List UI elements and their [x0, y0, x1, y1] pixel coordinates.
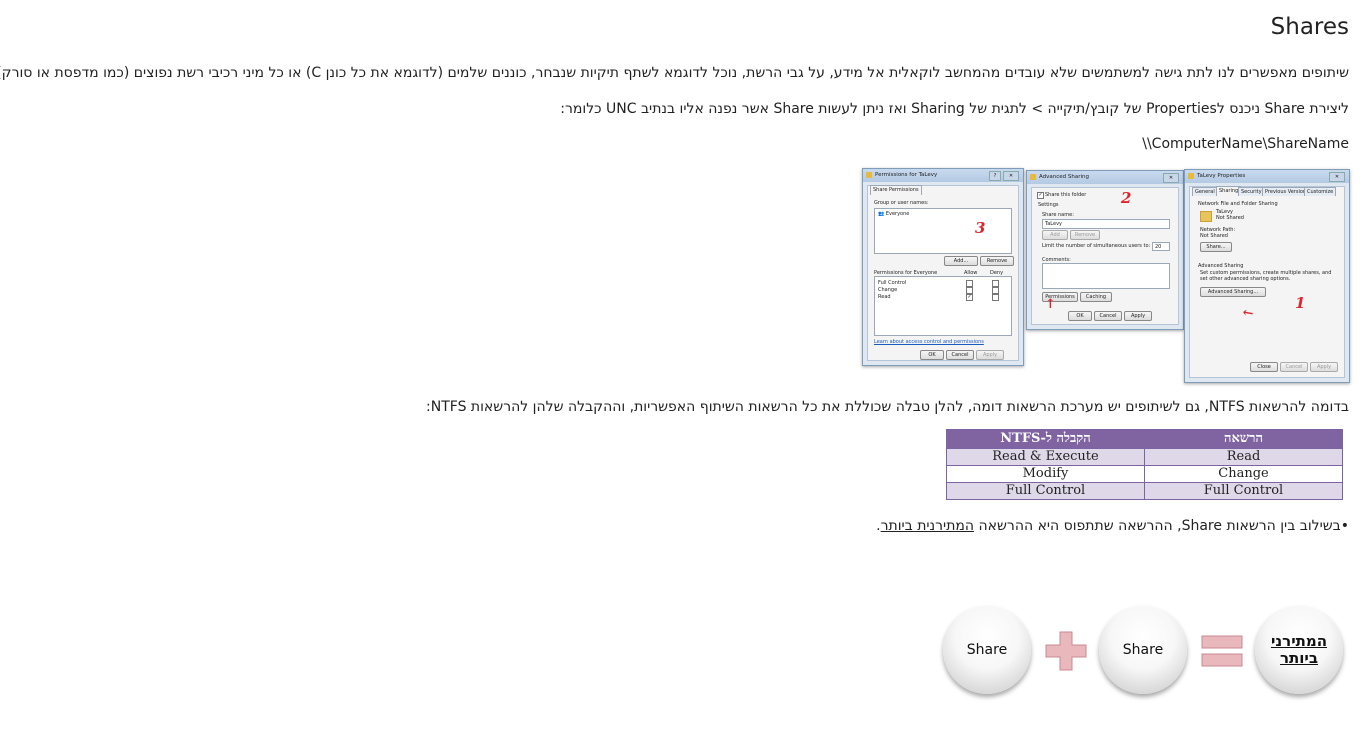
group-item-everyone[interactable]: Everyone: [886, 211, 910, 217]
group-list[interactable]: 👥 Everyone: [874, 208, 1012, 254]
share-name-label: Share name:: [1042, 212, 1074, 218]
allow-full-control-checkbox[interactable]: [966, 280, 973, 287]
table-row: Change Modify: [946, 465, 1343, 483]
deny-read-checkbox[interactable]: [992, 294, 999, 301]
tab-customize[interactable]: Customize: [1304, 187, 1337, 196]
unc-path: \\ComputerName\ShareName: [1142, 136, 1349, 152]
permissions-list: Full Control Change Read ✓: [874, 276, 1012, 336]
table-cell: Full Control: [946, 482, 1145, 500]
result-circle: המתירני ביותר: [1255, 606, 1343, 694]
permissions-window: Permissions for TaLevy? ✕ Share Permissio…: [862, 168, 1024, 366]
create-share-paragraph: ליצירת Share ניכנס לProperties של קובץ/ת…: [560, 101, 1349, 117]
share-name-value: TaLevy: [1045, 221, 1062, 227]
share-folder-label: Share this folder: [1045, 192, 1087, 198]
annotation-1: 1: [1295, 294, 1306, 312]
table-row: Full Control Full Control: [946, 482, 1343, 500]
allow-read-checkbox[interactable]: ✓: [966, 294, 973, 301]
access-control-link[interactable]: Learn about access control and permissio…: [874, 339, 984, 345]
cancel-button[interactable]: Cancel: [1094, 311, 1122, 321]
ntfs-comparison-paragraph: בדומה להרשאות NTFS, גם לשיתופים יש מערכת…: [426, 399, 1349, 415]
table-cell: Modify: [946, 465, 1145, 483]
apply-button[interactable]: Apply: [1310, 362, 1338, 372]
table-cell: Read: [1144, 448, 1343, 466]
column-header-permission: הרשאה: [1144, 429, 1343, 449]
allow-change-checkbox[interactable]: [966, 287, 973, 294]
comments-input[interactable]: [1042, 263, 1170, 289]
properties-window: TaLevy Properties ✕ General Sharing Secur…: [1184, 169, 1350, 383]
ok-button[interactable]: OK: [1068, 311, 1092, 321]
share-circle: Share: [943, 606, 1031, 694]
apply-button[interactable]: Apply: [976, 350, 1004, 360]
users-icon: 👥: [878, 211, 885, 217]
caching-button[interactable]: Caching: [1080, 292, 1112, 302]
advanced-sharing-window: Advanced Sharing ✕ ✓ Share this folder Se…: [1026, 170, 1184, 330]
intro-paragraph: שיתופים מאפשרים לנו לתת גישה למשתמשים של…: [0, 65, 1349, 81]
result-label: המתירני ביותר: [1270, 632, 1328, 667]
equals-icon: [1201, 635, 1243, 667]
advanced-sharing-label: Advanced Sharing: [1198, 263, 1244, 269]
nf-sharing-label: Network File and Folder Sharing: [1198, 201, 1278, 207]
perm-full-control: Full Control: [878, 280, 907, 286]
cancel-button[interactable]: Cancel: [946, 350, 974, 360]
advanced-sharing-description: Set custom permissions, create multiple …: [1200, 270, 1332, 282]
plus-icon: [1045, 631, 1087, 671]
perm-read: Read: [878, 294, 891, 300]
share-label: Share: [1122, 642, 1164, 658]
cancel-button[interactable]: Cancel: [1280, 362, 1308, 372]
settings-label: Settings: [1038, 202, 1059, 208]
share-button[interactable]: Share...: [1200, 242, 1232, 252]
share-folder-checkbox[interactable]: ✓: [1037, 192, 1044, 199]
page-title: Shares: [1270, 14, 1349, 40]
limit-users-input[interactable]: 20: [1152, 242, 1170, 251]
deny-full-control-checkbox[interactable]: [992, 280, 999, 287]
table-header-row: הרשאה הקבלה ל-NTFS: [946, 429, 1343, 449]
window-title: Permissions for TaLevy: [875, 172, 938, 178]
annotation-3: 3: [975, 219, 986, 237]
limit-users-label: Limit the number of simultaneous users t…: [1042, 243, 1151, 249]
remove-button[interactable]: Remove: [1070, 230, 1100, 240]
remove-button[interactable]: Remove: [980, 256, 1014, 266]
network-path-value: Not Shared: [1200, 233, 1228, 239]
add-button[interactable]: Add...: [944, 256, 978, 266]
table-cell: Full Control: [1144, 482, 1343, 500]
tab-security[interactable]: Security: [1238, 187, 1265, 196]
share-label: Share: [966, 642, 1008, 658]
table-row: Read Read & Execute: [946, 448, 1343, 466]
annotation-2: 2: [1121, 189, 1132, 207]
limit-users-value: 20: [1155, 244, 1162, 250]
window-title: TaLevy Properties: [1197, 173, 1246, 179]
folder-icon: [1200, 211, 1212, 222]
add-button[interactable]: Add: [1042, 230, 1068, 240]
ok-button[interactable]: OK: [920, 350, 944, 360]
combination-paragraph: •בשילוב בין הרשאות Share, ההרשאה שתתפוס …: [876, 517, 1349, 535]
share-name-input[interactable]: TaLevy: [1042, 219, 1170, 229]
permissions-table: הרשאה הקבלה ל-NTFS Read Read & Execute C…: [946, 429, 1343, 500]
apply-button[interactable]: Apply: [1124, 311, 1152, 321]
arrow-annotation: ↑: [1045, 297, 1056, 312]
group-label: Group or user names:: [874, 200, 929, 206]
column-header-ntfs: הקבלה ל-NTFS: [946, 429, 1145, 449]
table-cell: Read & Execute: [946, 448, 1145, 466]
perm-change: Change: [878, 287, 898, 293]
table-cell: Change: [1144, 465, 1343, 483]
folder-status: Not Shared: [1216, 215, 1244, 221]
combination-text: •בשילוב בין הרשאות Share, ההרשאה שתתפוס …: [974, 518, 1349, 534]
sharing-screenshot: Permissions for TaLevy? ✕ Share Permissio…: [862, 160, 1350, 385]
close-button[interactable]: Close: [1250, 362, 1278, 372]
tab-general[interactable]: General: [1192, 187, 1218, 196]
deny-change-checkbox[interactable]: [992, 287, 999, 294]
share-circle: Share: [1099, 606, 1187, 694]
advanced-sharing-button[interactable]: Advanced Sharing...: [1200, 287, 1266, 297]
window-title: Advanced Sharing: [1039, 174, 1090, 180]
tab-share-permissions[interactable]: Share Permissions: [870, 185, 922, 195]
most-permissive-text: המתירנית ביותר: [880, 518, 975, 534]
